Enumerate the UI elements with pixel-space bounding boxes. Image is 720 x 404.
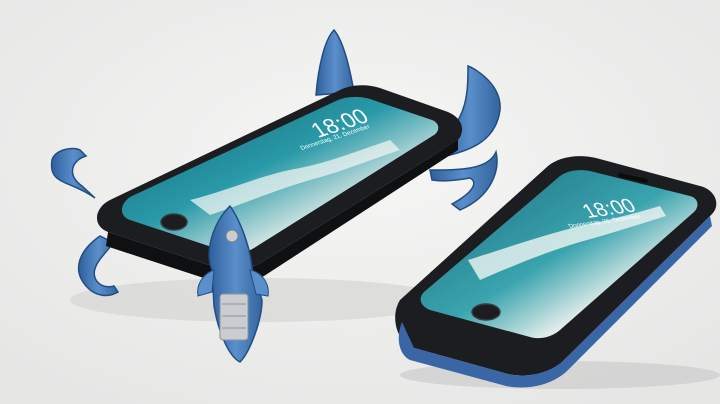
spring-metal [219, 293, 249, 341]
home-button-left [160, 213, 188, 231]
photo-scene: 18:00 Donnerstag, 21. Dezember 18:00 Don… [0, 0, 720, 404]
pivot-screw [225, 229, 239, 243]
home-button-right [471, 303, 501, 321]
